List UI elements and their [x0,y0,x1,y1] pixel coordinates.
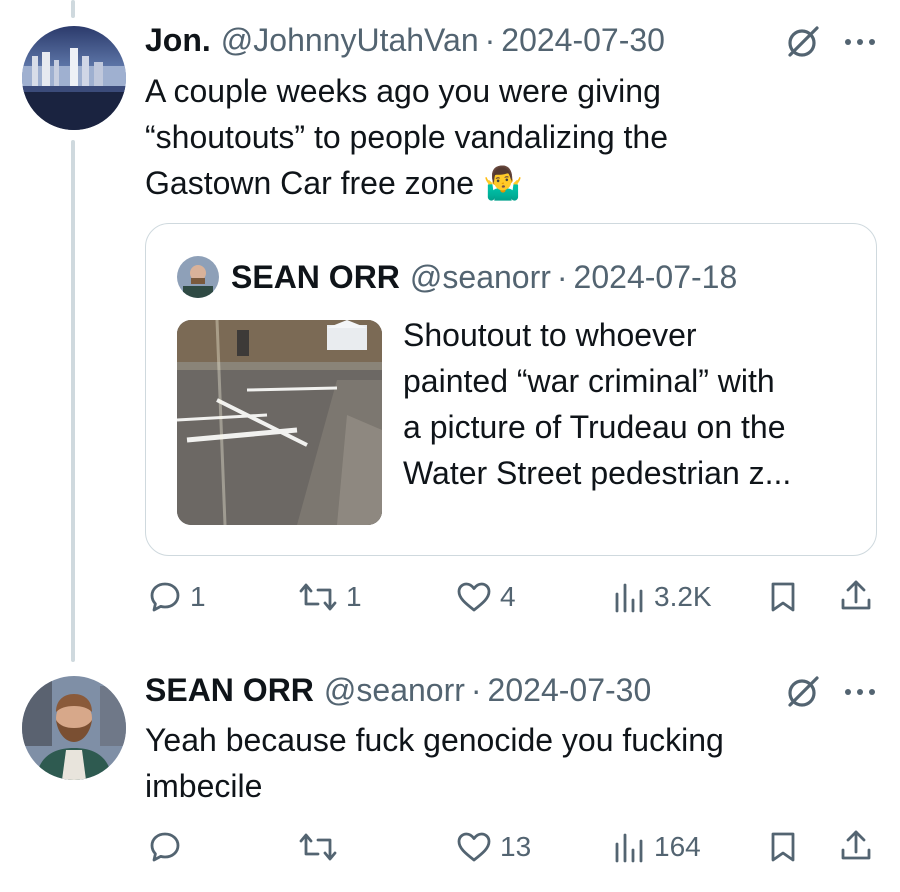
views-count: 164 [654,831,701,862]
separator-dot: · [484,22,496,58]
author-name[interactable]: SEAN ORR [145,670,314,710]
tweet-date[interactable]: 2024-07-30 [488,670,652,710]
reply-button[interactable]: 1 [148,580,206,614]
repost-count: 1 [346,581,362,612]
reply-icon [150,832,180,862]
views-button[interactable]: 164 [612,830,701,864]
tweet-header: Jon. @JohnnyUtahVan · 2024-07-30 [145,20,665,60]
thread-connector-top [71,0,75,18]
views-count: 3.2K [654,581,712,612]
thread-connector [71,140,75,662]
tweet-text: Yeah because fuck genocide you fucking i… [145,717,845,809]
separator-dot: · [470,672,482,708]
street-photo-image [177,320,382,525]
like-count: 13 [500,831,532,862]
repost-button[interactable] [298,830,346,864]
tweet-header: SEAN ORR @seanorr · 2024-07-30 [145,670,651,710]
quote-text-line: a picture of Trudeau on the [403,409,786,445]
tweet-date[interactable]: 2024-07-30 [501,20,665,60]
reply-icon [150,582,180,612]
views-icon [615,833,643,863]
more-icon[interactable] [843,687,877,697]
quote-author-handle[interactable]: @seanorr [410,257,551,297]
more-icon[interactable] [843,37,877,47]
tweet-text-line: imbecile [145,768,263,804]
views-button[interactable]: 3.2K [612,580,712,614]
repost-button[interactable]: 1 [298,580,362,614]
views-icon [615,583,643,613]
avatar[interactable] [22,676,126,780]
avatar-cityscape-image [22,26,126,130]
quote-text: Shoutout to whoever painted “war crimina… [403,312,863,496]
bookmark-icon[interactable] [768,830,798,864]
author-handle[interactable]: @JohnnyUtahVan [221,20,479,60]
reply-count: 1 [190,581,206,612]
tweet-text-line: A couple weeks ago you were giving [145,73,661,109]
quote-avatar[interactable] [177,256,219,298]
grok-icon[interactable] [785,674,821,710]
tweet-text-line: “shoutouts” to people vandalizing the [145,119,669,155]
quoted-tweet[interactable]: SEAN ORR @seanorr · 2024-07-18 Shoutout … [145,223,877,556]
repost-icon [299,833,337,861]
quote-media-image[interactable] [177,320,382,525]
like-icon [457,582,491,612]
like-button[interactable]: 13 [456,830,531,864]
avatar[interactable] [22,26,126,130]
quote-text-line: Water Street pedestrian z... [403,455,792,491]
like-button[interactable]: 4 [456,580,516,614]
tweet-text: A couple weeks ago you were giving “shou… [145,68,845,206]
author-name[interactable]: Jon. [145,20,211,60]
tweet-text-line: Gastown Car free zone 🤷‍♂️ [145,165,523,201]
author-handle[interactable]: @seanorr [324,670,465,710]
quote-header: SEAN ORR @seanorr · 2024-07-18 [231,257,737,297]
quote-text-line: painted “war criminal” with [403,363,775,399]
separator-dot: · [556,259,568,295]
share-icon[interactable] [838,578,874,614]
like-count: 4 [500,581,516,612]
reply-button[interactable] [148,830,190,864]
repost-icon [299,583,337,611]
share-icon[interactable] [838,828,874,864]
avatar-portrait-image [22,676,126,780]
quote-author-name[interactable]: SEAN ORR [231,257,400,297]
bookmark-icon[interactable] [768,580,798,614]
quote-date[interactable]: 2024-07-18 [574,257,738,297]
tweet-text-line: Yeah because fuck genocide you fucking [145,722,724,758]
like-icon [457,832,491,862]
grok-icon[interactable] [785,24,821,60]
quote-avatar-image [177,256,219,298]
quote-text-line: Shoutout to whoever [403,317,697,353]
